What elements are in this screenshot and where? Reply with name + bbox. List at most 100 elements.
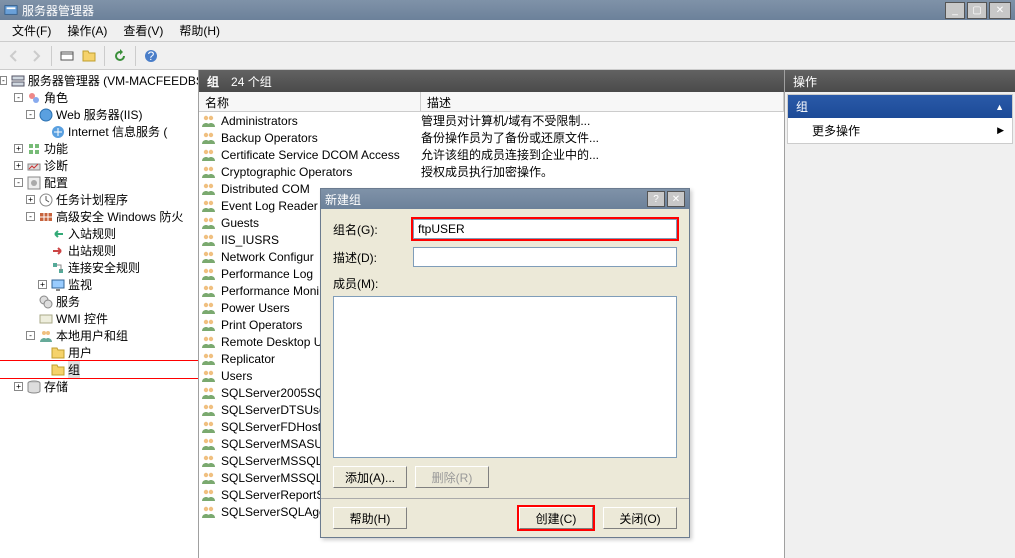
dialog-titlebar: 新建组 ? ✕ [321, 189, 689, 209]
group-icon [201, 351, 217, 367]
content-count: 24 个组 [231, 73, 272, 90]
menu-help[interactable]: 帮助(H) [171, 20, 228, 41]
collapse-icon: ▲ [995, 102, 1004, 112]
menu-file[interactable]: 文件(F) [4, 20, 59, 41]
toolbar-action-button[interactable] [57, 46, 77, 66]
tree-localusers[interactable]: 本地用户和组 [56, 327, 128, 344]
column-desc[interactable]: 描述 [421, 92, 784, 111]
tree-roles[interactable]: 角色 [44, 89, 68, 106]
dialog-close-button[interactable]: ✕ [667, 191, 685, 207]
maximize-button[interactable]: ▢ [967, 2, 987, 19]
expand-toggle[interactable]: - [14, 93, 23, 102]
minimize-button[interactable]: _ [945, 2, 965, 19]
expand-toggle[interactable]: + [38, 280, 47, 289]
column-headers[interactable]: 名称 描述 [199, 92, 784, 112]
group-row[interactable]: Administrators管理员对计算机/域有不受限制... [199, 112, 784, 129]
dialog-help-button[interactable]: ? [647, 191, 665, 207]
nav-back-button[interactable] [4, 46, 24, 66]
close-button[interactable]: ✕ [989, 2, 1011, 19]
expand-toggle[interactable]: + [14, 144, 23, 153]
window-title: 服务器管理器 [22, 2, 94, 19]
add-member-button[interactable]: 添加(A)... [333, 466, 407, 488]
toolbar-refresh-button[interactable] [110, 46, 130, 66]
members-listbox[interactable] [333, 296, 677, 458]
expand-toggle[interactable]: - [0, 76, 7, 85]
actions-more[interactable]: 更多操作 ▶ [788, 118, 1012, 143]
tree-wmi[interactable]: WMI 控件 [56, 310, 108, 327]
tree-root[interactable]: 服务器管理器 (VM-MACFEEDBSJ) [28, 72, 199, 89]
tree-monitor[interactable]: 监视 [68, 276, 92, 293]
group-row[interactable]: Certificate Service DCOM Access允许该组的成员连接… [199, 146, 784, 163]
group-icon [201, 385, 217, 401]
expand-toggle[interactable]: - [26, 110, 35, 119]
tree-connsec[interactable]: 连接安全规则 [68, 259, 140, 276]
toolbar-folder-button[interactable] [79, 46, 99, 66]
actions-group-header[interactable]: 组 ▲ [788, 95, 1012, 118]
expand-toggle[interactable]: - [26, 212, 35, 221]
expand-toggle[interactable]: - [14, 178, 23, 187]
folder-icon [50, 362, 66, 378]
column-name[interactable]: 名称 [199, 92, 421, 111]
tree-users[interactable]: 用户 [68, 344, 92, 361]
group-row[interactable]: Backup Operators备份操作员为了备份或还原文件... [199, 129, 784, 146]
tree-inbound[interactable]: 入站规则 [68, 225, 116, 242]
expand-toggle[interactable]: + [14, 161, 23, 170]
tree-storage[interactable]: 存储 [44, 378, 68, 395]
group-icon [201, 130, 217, 146]
tasksched-icon [38, 192, 54, 208]
actions-more-label: 更多操作 [812, 122, 860, 139]
expand-toggle[interactable]: + [14, 382, 23, 391]
menu-view[interactable]: 查看(V) [115, 20, 171, 41]
group-desc: 授权成员执行加密操作。 [421, 163, 784, 180]
remove-member-button[interactable]: 删除(R) [415, 466, 489, 488]
storage-icon [26, 379, 42, 395]
group-icon [201, 215, 217, 231]
group-icon [201, 198, 217, 214]
nav-forward-button[interactable] [26, 46, 46, 66]
tree-config[interactable]: 配置 [44, 174, 68, 191]
expand-toggle[interactable]: + [26, 195, 35, 204]
dialog-title: 新建组 [325, 191, 361, 208]
group-icon [201, 164, 217, 180]
group-row[interactable]: Cryptographic Operators授权成员执行加密操作。 [199, 163, 784, 180]
services-icon [38, 294, 54, 310]
group-desc: 管理员对计算机/域有不受限制... [421, 112, 784, 129]
group-icon [201, 300, 217, 316]
group-name: Backup Operators [221, 131, 421, 145]
tree-firewall[interactable]: 高级安全 Windows 防火 [56, 208, 183, 225]
group-icon [201, 419, 217, 435]
group-icon [201, 453, 217, 469]
expand-toggle[interactable]: - [26, 331, 35, 340]
close-button2[interactable]: 关闭(O) [603, 507, 677, 529]
tree-web[interactable]: Web 服务器(IIS) [56, 106, 142, 123]
tree-iis[interactable]: Internet 信息服务 ( [68, 123, 167, 140]
navigation-tree[interactable]: -服务器管理器 (VM-MACFEEDBSJ) -角色 -Web 服务器(IIS… [0, 70, 199, 558]
content-header: 组 24 个组 [199, 70, 784, 92]
tree-groups[interactable]: 组 [68, 361, 80, 378]
group-name: Administrators [221, 114, 421, 128]
group-desc: 允许该组的成员连接到企业中的... [421, 146, 784, 163]
tree-tasksched[interactable]: 任务计划程序 [56, 191, 128, 208]
group-icon [201, 368, 217, 384]
group-icon [201, 402, 217, 418]
tree-features[interactable]: 功能 [44, 140, 68, 157]
create-button[interactable]: 创建(C) [519, 507, 593, 529]
toolbar-help-button[interactable]: ? [141, 46, 161, 66]
group-desc-input[interactable] [413, 247, 677, 267]
actions-title: 操作 [785, 70, 1015, 92]
dialog-help-btn[interactable]: 帮助(H) [333, 507, 407, 529]
group-icon [201, 504, 217, 520]
group-name-input[interactable] [413, 219, 677, 239]
group-icon [201, 249, 217, 265]
tree-outbound[interactable]: 出站规则 [68, 242, 116, 259]
web-icon [38, 107, 54, 123]
features-icon [26, 141, 42, 157]
tree-services[interactable]: 服务 [56, 293, 80, 310]
group-icon [201, 266, 217, 282]
group-icon [201, 283, 217, 299]
actions-group-label: 组 [796, 98, 808, 115]
tree-diag[interactable]: 诊断 [44, 157, 68, 174]
monitor-icon [50, 277, 66, 293]
folder-icon [50, 345, 66, 361]
menu-action[interactable]: 操作(A) [59, 20, 115, 41]
